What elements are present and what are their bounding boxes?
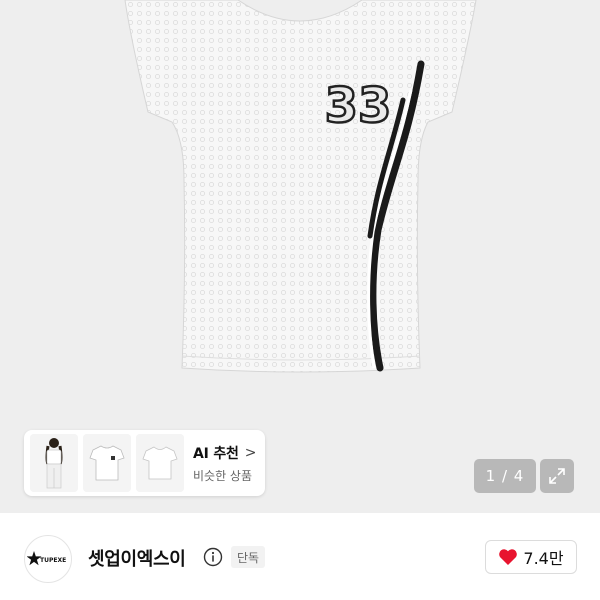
info-icon[interactable]: [203, 547, 223, 567]
seller-bar: TUPEXE 셋업이엑스이 단독 7.4만: [0, 513, 600, 600]
chevron-right-icon: >: [244, 444, 257, 461]
brand-logo-text: TUPEXE: [40, 557, 66, 564]
ai-recommend-card[interactable]: AI 추천 > 비슷한 상품: [24, 430, 265, 496]
ai-thumb-model[interactable]: [30, 434, 78, 492]
ai-recommend-title: AI 추천: [193, 445, 239, 462]
product-image-gallery[interactable]: 33 AI 추천 > 비슷한 상품 1 / 4: [0, 0, 600, 513]
ai-recommend-subtitle: 비슷한 상품: [193, 468, 253, 483]
shirt-number: 33: [325, 78, 392, 134]
white-shirt-icon: [136, 434, 184, 492]
like-button[interactable]: 7.4만: [485, 540, 577, 574]
heart-icon: [499, 549, 518, 565]
brand-name[interactable]: 셋업이엑스이: [88, 545, 186, 571]
image-page-indicator: 1 / 4: [474, 459, 536, 493]
ai-thumb-white-shirt[interactable]: [136, 434, 184, 492]
exclusive-badge: 단독: [231, 546, 266, 568]
like-count: 7.4만: [523, 549, 564, 568]
expand-image-button[interactable]: [540, 459, 574, 493]
grey-shirt-icon: [83, 434, 131, 492]
model-photo-icon: [30, 434, 78, 492]
star-logo-icon: TUPEXE: [27, 551, 66, 566]
ai-thumb-grey-shirt[interactable]: [83, 434, 131, 492]
brand-logo[interactable]: TUPEXE: [24, 535, 72, 583]
expand-icon: [549, 468, 565, 484]
